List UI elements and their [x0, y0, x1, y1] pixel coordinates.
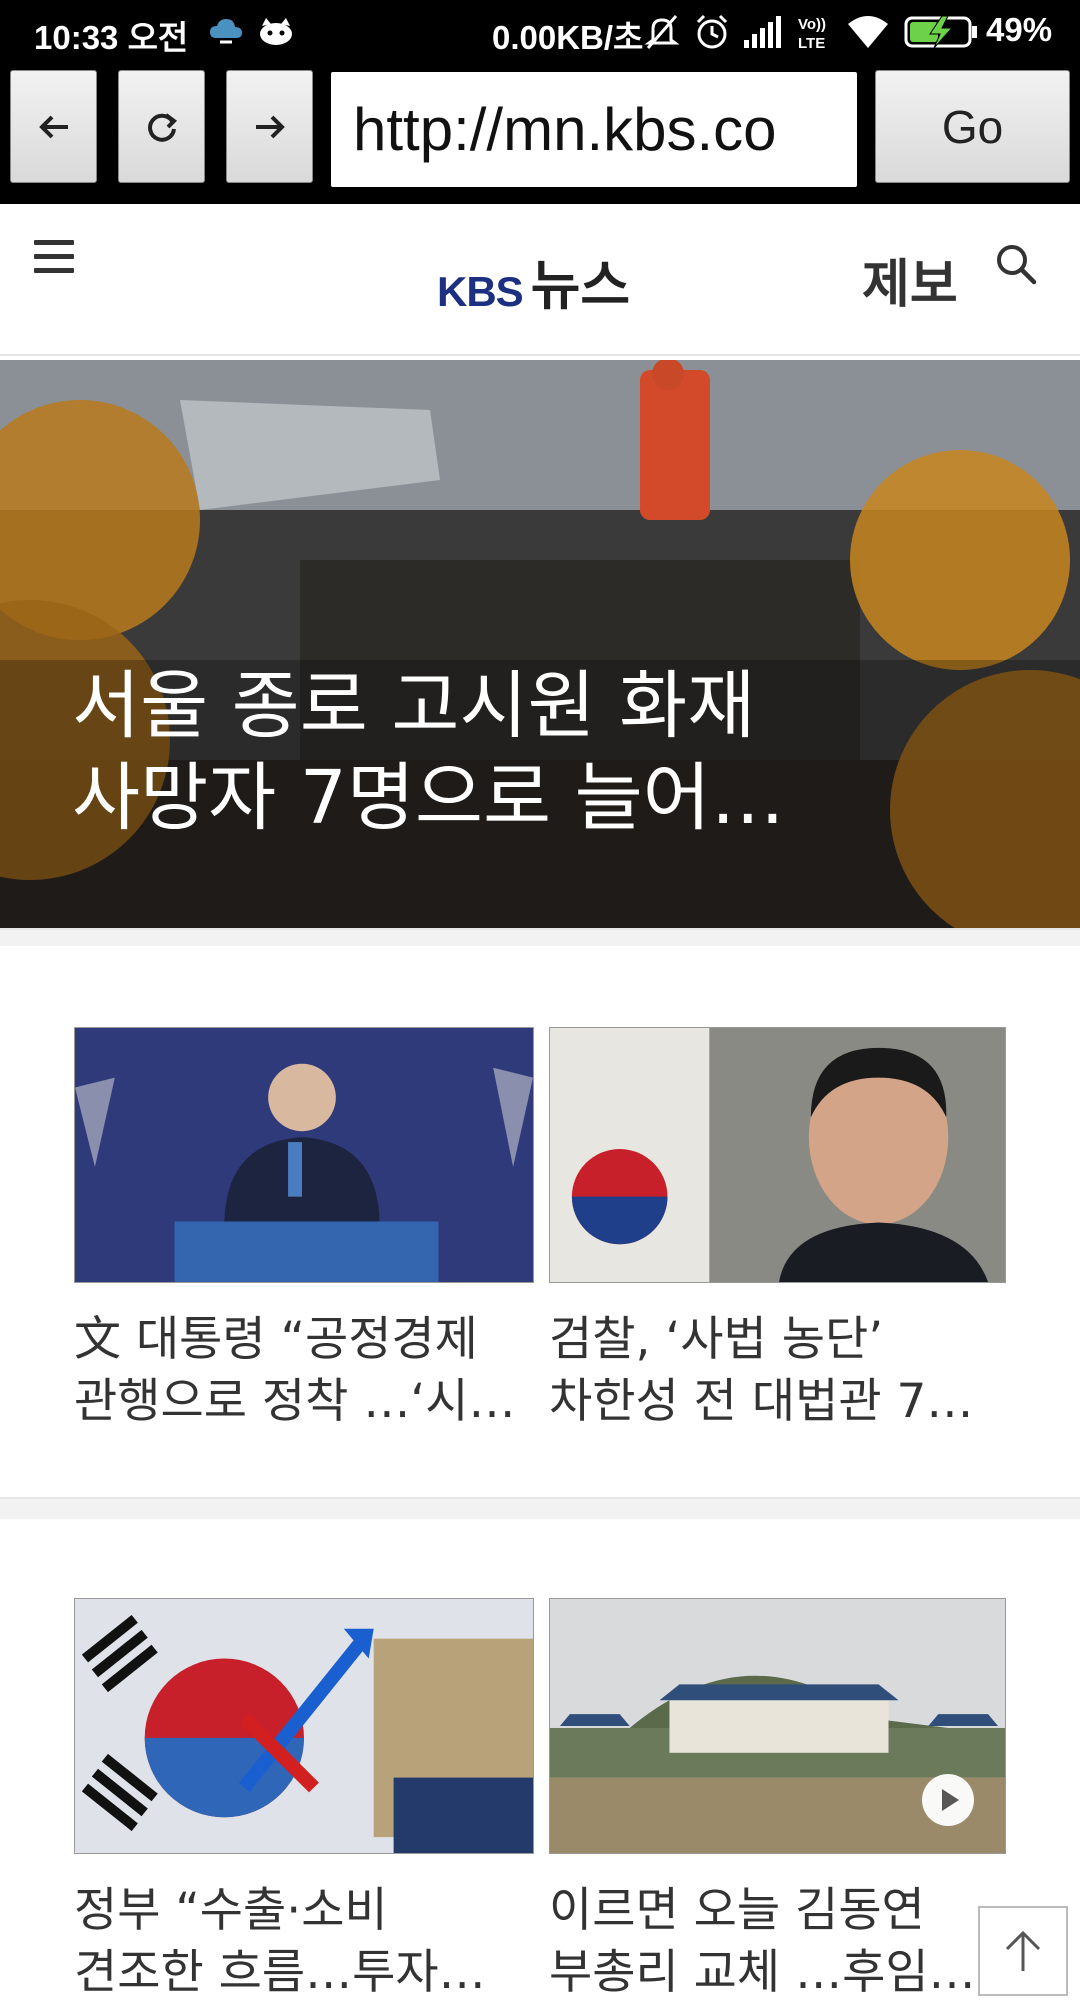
site-header: KBS 뉴스 제보 [0, 204, 1080, 356]
section-divider [0, 928, 1080, 946]
mute-icon [644, 15, 680, 49]
article-headline[interactable]: 검찰, ‘사법 농단’ 차한성 전 대법관 7… [549, 1309, 1019, 1433]
kbs-news-logo[interactable]: KBS 뉴스 [437, 256, 630, 316]
cloud-notification-icon [210, 19, 242, 44]
reload-button[interactable] [118, 70, 205, 183]
search-icon[interactable] [994, 242, 1038, 286]
svg-text:Vo)): Vo)) [798, 16, 826, 33]
logo-kbs: KBS [437, 268, 524, 315]
wifi-icon [848, 16, 888, 48]
article-thumbnail [74, 1598, 534, 1854]
report-link[interactable]: 제보 [862, 242, 958, 317]
battery-percent: 49% [986, 11, 1053, 48]
arrow-left-icon [38, 115, 68, 138]
network-speed: 0.00KB/초 [492, 19, 644, 56]
scroll-to-top-button[interactable] [978, 1906, 1068, 1996]
forward-button[interactable] [226, 70, 313, 183]
battery-charging-icon [904, 15, 977, 49]
section-divider [0, 1497, 1080, 1519]
cat-notification-icon [260, 18, 292, 45]
logo-news: 뉴스 [530, 254, 631, 317]
article-thumbnail [549, 1027, 1006, 1283]
article-headline[interactable]: 정부 “수출·소비 견조한 흐름…투자… [74, 1880, 544, 2004]
hero-headline[interactable]: 서울 종로 고시원 화재 사망자 7명으로 늘어… [72, 660, 1012, 844]
status-bar: 10:33 오전 0.00KB/초 Vo)) LTE 49% [0, 0, 1080, 64]
alarm-icon [696, 14, 728, 49]
article-thumbnail [74, 1027, 534, 1283]
volte-icon: Vo)) LTE [798, 16, 826, 52]
svg-text:LTE: LTE [798, 35, 825, 52]
browser-toolbar: http://mn.kbs.co Go [0, 64, 1080, 204]
hamburger-menu-icon[interactable] [34, 240, 74, 274]
back-button[interactable] [10, 70, 97, 183]
signal-icon [744, 16, 781, 48]
url-input[interactable]: http://mn.kbs.co [331, 72, 857, 187]
arrow-right-icon [255, 115, 285, 138]
status-time: 10:33 오전 [34, 19, 189, 56]
hero-article[interactable]: 서울 종로 고시원 화재 사망자 7명으로 늘어… [0, 360, 1080, 928]
refresh-icon [147, 112, 177, 142]
play-video-icon[interactable] [922, 1774, 974, 1826]
article-headline[interactable]: 이르면 오늘 김동연 부총리 교체 …후임… [549, 1880, 1019, 2004]
arrow-up-icon [1005, 1930, 1041, 1971]
article-headline[interactable]: 文 대통령 “공정경제 관행으로 정착 …‘시… [74, 1309, 544, 1433]
go-button[interactable]: Go [875, 70, 1070, 183]
